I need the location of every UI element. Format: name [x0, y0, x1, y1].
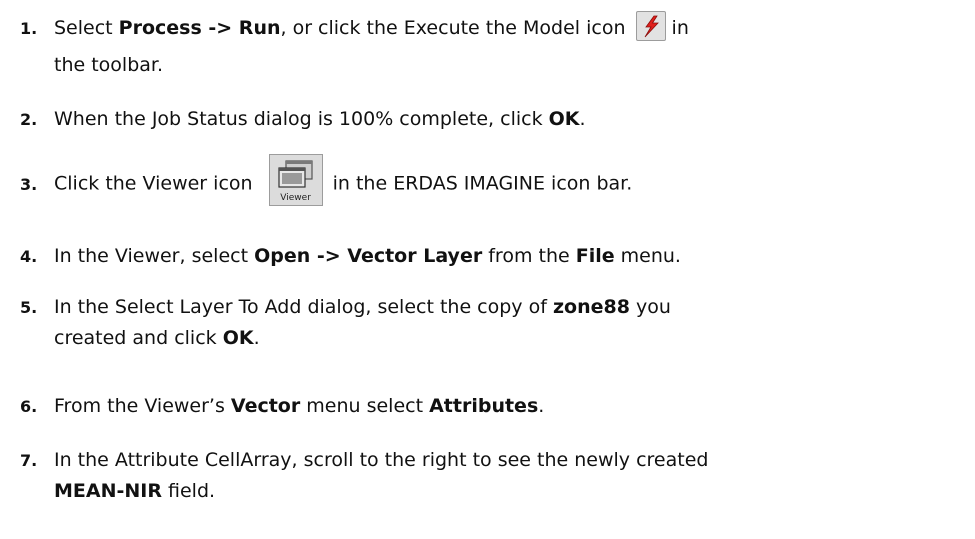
execute-model-icon[interactable]: [635, 10, 666, 41]
button-name: OK: [222, 327, 254, 349]
step-number: 3.: [20, 174, 38, 194]
step-number: 1.: [20, 19, 38, 38]
step-4: 4. In the Viewer, select Open -> Vector L…: [20, 238, 960, 275]
step-number: 5.: [20, 298, 38, 317]
menu-path: Open -> Vector Layer: [254, 245, 483, 267]
menu-item: Attributes: [429, 395, 539, 417]
menu-path: Process -> Run: [118, 17, 281, 39]
step-2: 2. When the Job Status dialog is 100% com…: [20, 101, 960, 138]
step-7: 7. In the Attribute CellArray, scroll to …: [20, 445, 960, 506]
step-number: 4.: [20, 247, 38, 266]
step-number: 7.: [20, 451, 38, 470]
button-name: OK: [548, 108, 580, 130]
field-name: MEAN-NIR: [54, 480, 162, 502]
menu-name: File: [575, 245, 615, 267]
viewer-icon[interactable]: Viewer: [268, 154, 323, 206]
step-5: 5. In the Select Layer To Add dialog, sel…: [20, 292, 960, 353]
step-number: 2.: [20, 110, 38, 129]
step-number: 6.: [20, 397, 38, 416]
step-3: 3. Click the Viewer icon Viewer in the ER…: [20, 154, 960, 206]
step-1: 1. Select Process -> Run, or click the Ex…: [20, 10, 960, 83]
step-6: 6. From the Viewer’s Vector menu select A…: [20, 388, 960, 425]
viewer-icon-caption: Viewer: [280, 193, 311, 203]
menu-name: Vector: [230, 395, 301, 417]
layer-name: zone88: [552, 296, 630, 318]
instruction-document: 1. Select Process -> Run, or click the Ex…: [0, 0, 975, 539]
